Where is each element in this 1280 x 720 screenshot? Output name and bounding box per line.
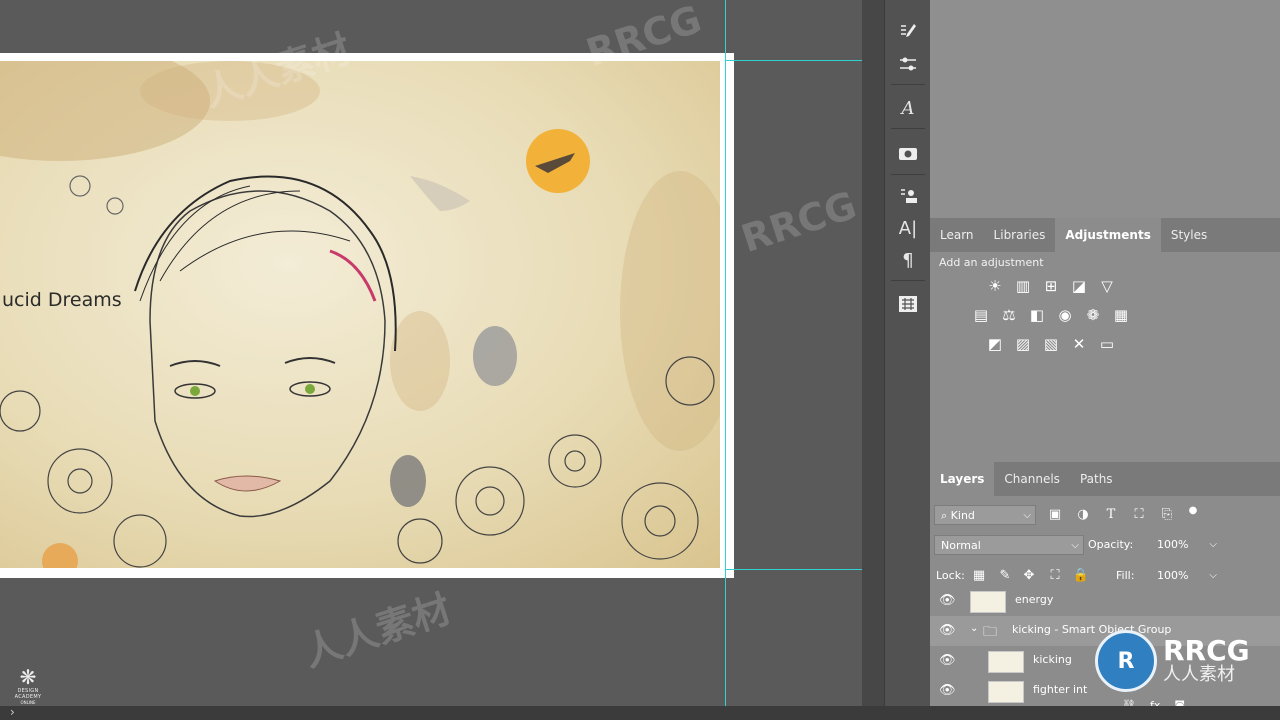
black-white-icon[interactable]: ◧	[1026, 304, 1048, 326]
character-icon[interactable]: A|	[892, 214, 924, 242]
levels-icon[interactable]: ▥	[1012, 275, 1034, 297]
filter-kind-value: Kind	[950, 509, 975, 522]
adjustment-row-2: ▤ ⚖ ◧ ◉ ❁ ▦	[970, 304, 1138, 326]
type-filter-icon[interactable]: T	[1102, 506, 1120, 524]
logo-mark-icon: ❋	[19, 665, 37, 689]
opacity-input[interactable]: 100% ⌵	[1151, 535, 1217, 555]
watermark-logo: R RRCG 人人素材	[1095, 630, 1250, 692]
pixel-filter-icon[interactable]: ▣	[1046, 506, 1064, 524]
eye-icon[interactable]: 👁	[939, 683, 956, 698]
tab-adjustments[interactable]: Adjustments	[1055, 218, 1161, 252]
chevron-down-icon: ⌵	[1023, 510, 1031, 521]
lock-all-icon[interactable]: 🔒	[1072, 567, 1090, 585]
tab-paths[interactable]: Paths	[1070, 462, 1123, 496]
selective-color-icon[interactable]: ✕	[1068, 333, 1090, 355]
expand-arrow-icon[interactable]: ⌄	[970, 623, 978, 634]
right-panels: Learn Libraries Adjustments Styles Add a…	[930, 0, 1280, 706]
logo-line1: DESIGN ACADEMY	[14, 688, 42, 700]
threshold-icon[interactable]: ▧	[1040, 333, 1062, 355]
design-academy-logo: ❋ DESIGN ACADEMY ONLINE	[5, 666, 51, 705]
chevron-down-icon: ⌵	[1209, 570, 1217, 581]
lock-brush-icon[interactable]: ✎	[996, 567, 1014, 585]
blend-mode-select[interactable]: Normal ⌵	[934, 535, 1084, 555]
lock-label: Lock:	[936, 569, 965, 582]
adjustments-panel: Add an adjustment ☀ ▥ ⊞ ◪ ▽ ▤ ⚖ ◧ ◉ ❁ ▦ …	[930, 252, 1280, 462]
layer-row[interactable]: 👁 energy	[930, 586, 1280, 616]
photo-filter-icon[interactable]: ◉	[1054, 304, 1076, 326]
exposure-icon[interactable]: ◪	[1068, 275, 1090, 297]
properties-icon[interactable]	[892, 290, 924, 318]
gradient-map-icon[interactable]: ▭	[1096, 333, 1118, 355]
eye-icon[interactable]: 👁	[939, 653, 956, 668]
posterize-icon[interactable]: ▨	[1012, 333, 1034, 355]
panel-divider[interactable]	[862, 0, 884, 706]
camera-icon[interactable]	[892, 140, 924, 168]
brightness-contrast-icon[interactable]: ☀	[984, 275, 1006, 297]
artwork-image: ucid Dreams	[0, 61, 720, 568]
empty-panel-area	[930, 0, 1280, 218]
artwork-illustration	[0, 61, 720, 568]
fill-value: 100%	[1157, 569, 1189, 582]
paragraph-icon[interactable]: ¶	[892, 246, 924, 274]
adjustment-row-1: ☀ ▥ ⊞ ◪ ▽	[984, 275, 1124, 297]
tab-layers[interactable]: Layers	[930, 462, 995, 496]
layers-panel-tabs: Layers Channels Paths	[930, 462, 1280, 496]
smart-object-filter-icon[interactable]: ⎘	[1158, 506, 1176, 524]
layer-thumbnail	[988, 651, 1024, 673]
invert-icon[interactable]: ◩	[984, 333, 1006, 355]
vibrance-icon[interactable]: ▽	[1096, 275, 1118, 297]
blend-mode-value: Normal	[941, 539, 981, 552]
status-bar: ›	[0, 705, 1280, 720]
opacity-value: 100%	[1157, 538, 1189, 551]
adjustments-panel-tabs: Learn Libraries Adjustments Styles	[930, 218, 1280, 252]
lock-transparent-icon[interactable]: ▦	[970, 567, 988, 585]
artwork-title-text: ucid Dreams	[2, 289, 122, 311]
collapsed-panels-strip: A A| ¶	[884, 0, 931, 706]
color-balance-icon[interactable]: ⚖	[998, 304, 1020, 326]
layer-thumbnail	[988, 681, 1024, 703]
tab-learn[interactable]: Learn	[930, 218, 984, 252]
filter-toggle-icon[interactable]: ●	[1184, 502, 1202, 520]
fill-input[interactable]: 100% ⌵	[1151, 566, 1217, 586]
watermark-logo-mark: R	[1095, 630, 1157, 692]
document-page[interactable]: ucid Dreams	[0, 53, 734, 578]
horizontal-guide-top[interactable]	[725, 60, 862, 61]
chevron-down-icon: ⌵	[1071, 540, 1079, 551]
adjustment-row-3: ◩ ▨ ▧ ✕ ▭	[984, 333, 1124, 355]
horizontal-guide-bottom[interactable]	[725, 569, 862, 570]
layer-filter-kind-select[interactable]: ⌕ Kind ⌵	[934, 505, 1036, 525]
tab-styles[interactable]: Styles	[1161, 218, 1217, 252]
lock-artboard-icon[interactable]: ⛶	[1046, 567, 1064, 585]
lock-position-icon[interactable]: ✥	[1020, 567, 1038, 585]
layer-name: energy	[1015, 593, 1054, 606]
curves-icon[interactable]: ⊞	[1040, 275, 1062, 297]
layer-name: kicking	[1033, 653, 1072, 666]
chevron-right-icon[interactable]: ›	[10, 705, 15, 719]
eye-icon[interactable]: 👁	[939, 623, 956, 638]
brush-settings-icon[interactable]	[892, 18, 924, 46]
layer-name: fighter int	[1033, 683, 1088, 696]
adjust-sliders-icon[interactable]	[892, 50, 924, 78]
opacity-label: Opacity:	[1088, 538, 1134, 551]
watermark-brand: RRCG	[1163, 634, 1250, 667]
layer-thumbnail	[970, 591, 1006, 613]
fill-label: Fill:	[1116, 569, 1135, 582]
color-lookup-icon[interactable]: ▦	[1110, 304, 1132, 326]
vertical-guide[interactable]	[725, 0, 726, 706]
glyph-icon[interactable]: A	[892, 94, 924, 122]
paragraph-styles-icon[interactable]	[892, 182, 924, 210]
eye-icon[interactable]: 👁	[939, 593, 956, 608]
adjustment-filter-icon[interactable]: ◑	[1074, 506, 1092, 524]
shape-filter-icon[interactable]: ⛶	[1130, 506, 1148, 524]
tab-libraries[interactable]: Libraries	[984, 218, 1056, 252]
folder-icon: 🗀	[983, 624, 997, 640]
search-icon: ⌕	[941, 509, 951, 522]
channel-mixer-icon[interactable]: ❁	[1082, 304, 1104, 326]
add-adjustment-label: Add an adjustment	[939, 256, 1044, 269]
hue-saturation-icon[interactable]: ▤	[970, 304, 992, 326]
chevron-down-icon: ⌵	[1209, 539, 1217, 550]
tab-channels[interactable]: Channels	[994, 462, 1070, 496]
watermark-sub: 人人素材	[1163, 664, 1235, 685]
